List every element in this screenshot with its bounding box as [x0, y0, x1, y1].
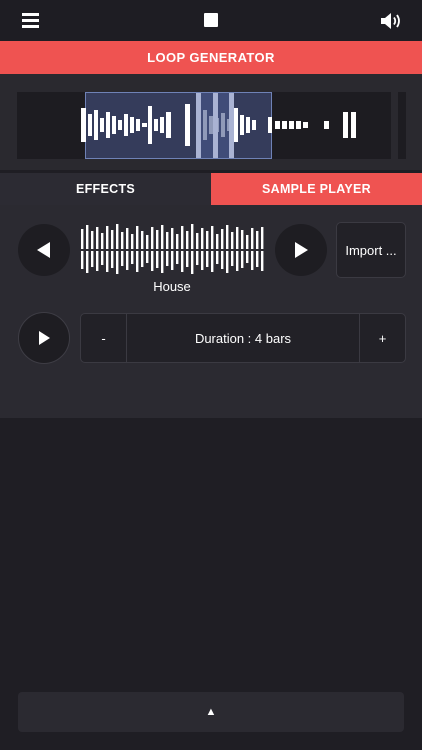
sample-name-label: House [153, 279, 191, 294]
import-button[interactable]: Import ... [336, 222, 406, 278]
tab-bar: EFFECTS SAMPLE PLAYER [0, 173, 422, 205]
loop-generator-title: LOOP GENERATOR [0, 41, 422, 74]
hamburger-menu-icon[interactable] [22, 13, 39, 28]
loop-waveform-scroll-handle[interactable] [398, 92, 406, 159]
duration-control: - Duration : 4 bars + [80, 313, 406, 363]
next-sample-button[interactable] [275, 224, 327, 276]
increase-duration-button[interactable]: + [359, 314, 405, 362]
sample-waveform-icon [81, 224, 264, 274]
loop-selection-region[interactable] [85, 92, 272, 159]
previous-sample-button[interactable] [18, 224, 70, 276]
chevron-up-icon: ▲ [205, 706, 217, 718]
play-button[interactable] [18, 312, 70, 364]
previous-arrow-icon [37, 242, 50, 258]
stop-icon[interactable] [204, 13, 218, 27]
next-arrow-icon [295, 242, 308, 258]
tab-effects[interactable]: EFFECTS [0, 173, 211, 205]
expand-panel-button[interactable]: ▲ [18, 692, 404, 732]
duration-label: Duration : 4 bars [194, 330, 292, 346]
play-icon [39, 331, 50, 345]
top-bar [0, 0, 422, 41]
tab-sample-player[interactable]: SAMPLE PLAYER [211, 173, 422, 205]
speaker-volume-icon[interactable] [380, 12, 402, 30]
decrease-duration-button[interactable]: - [81, 314, 127, 362]
